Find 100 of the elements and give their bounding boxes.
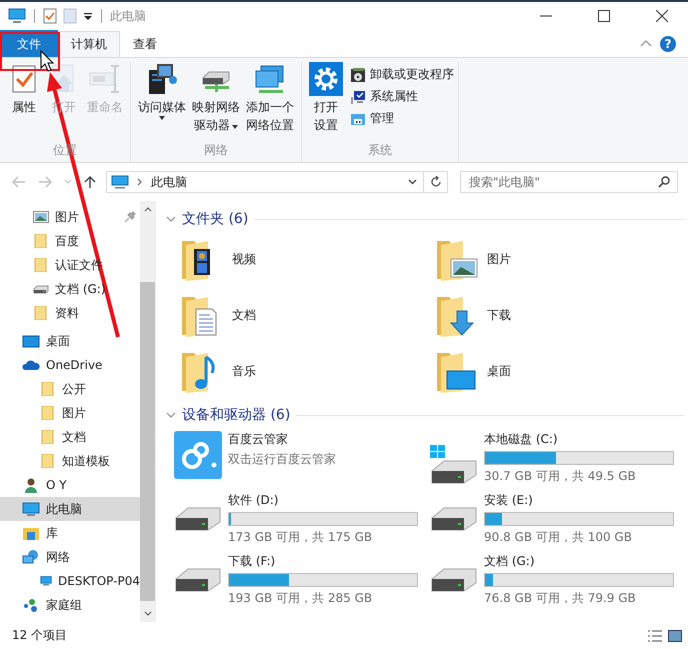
window-title: 此电脑 [110,8,146,24]
drive-icon [430,506,478,532]
nav-item[interactable]: 库 [0,521,140,545]
nav-item[interactable]: 图片 [0,205,140,229]
drive-icon [174,567,222,593]
group-label: 系统 [367,142,393,159]
system-drive-icon [430,445,478,485]
scrollbar[interactable] [140,201,155,622]
user-icon [22,477,40,493]
ribbon-button[interactable]: 管理 [350,110,454,127]
folder-icon [40,454,56,468]
refresh-icon [430,176,442,188]
drive-note: 76.8 GB 可用，共 79.9 GB [484,590,637,607]
nav-item[interactable]: DESKTOP-P04 [0,569,140,593]
drive-name: 软件 (D:) [228,492,280,509]
chevron-down-icon[interactable] [64,179,72,185]
folder-tile[interactable]: 图片 [435,231,675,287]
ribbon-button[interactable]: 卸载或更改程序 [350,66,454,83]
ribbon-button[interactable]: 打开 设置 [306,62,346,134]
caret-icon [232,125,238,129]
scroll-down-icon [144,611,152,616]
nav-item[interactable]: 桌面 [0,329,140,353]
settings-icon [309,62,343,96]
ribbon-tab[interactable]: 计算机 [58,31,120,57]
folder-tile[interactable]: 下载 [435,287,675,343]
item-count: 12 个项目 [12,627,68,644]
computer-icon [111,175,129,189]
refresh-button[interactable] [424,171,448,193]
drive-tile[interactable]: 软件 (D:) 173 GB 可用，共 175 GB [174,488,430,549]
help-button[interactable]: ? [660,36,676,52]
nav-item[interactable]: 百度 [0,229,140,253]
drive-tile[interactable]: 本地磁盘 (C:) 30.7 GB 可用，共 49.5 GB [430,427,684,488]
nav-item[interactable]: 此电脑 [0,497,140,521]
ribbon-button[interactable]: 映射网络 驱动器 [189,62,243,134]
properties-icon[interactable] [43,8,57,24]
drive-tile[interactable]: 安装 (E:) 90.8 GB 可用，共 100 GB [430,488,684,549]
drive-tile[interactable]: 百度云管家 双击运行百度云管家 [174,427,430,488]
folder-icon [33,258,49,272]
section-header[interactable]: 设备和驱动器 (6) [182,406,290,424]
drive-note: 90.8 GB 可用，共 100 GB [484,529,633,546]
chevron-up-icon[interactable] [640,39,652,47]
back-arrow-icon[interactable] [12,176,26,188]
folder-icon [40,406,56,420]
nav-item[interactable]: 图片 [0,401,140,425]
group-label: 网络 [203,142,229,159]
nav-item[interactable]: OneDrive [0,353,140,377]
drive-note: 173 GB 可用，共 175 GB [228,529,374,546]
large-icons-view-icon[interactable] [668,630,682,642]
computer-icon [8,8,26,24]
folder-icon [33,234,49,248]
drive-tile[interactable]: 下载 (F:) 193 GB 可用，共 285 GB [174,549,430,610]
forward-arrow-icon[interactable] [38,176,52,188]
drive-name: 本地磁盘 (C:) [484,431,559,448]
close-icon[interactable] [656,10,668,22]
nav-item[interactable]: 公开 [0,377,140,401]
homegroup-icon [22,597,40,613]
drive-tile[interactable]: 文档 (G:) 76.8 GB 可用，共 79.9 GB [430,549,684,610]
monitor-check-icon [350,88,366,104]
folder-tile[interactable]: 音乐 [180,343,435,399]
ribbon-button[interactable]: 属性 [4,62,44,116]
up-arrow-icon[interactable] [84,175,96,189]
nav-item[interactable]: 网络 [0,545,140,569]
ribbon-button[interactable]: 访问媒体 [135,62,189,120]
chevron-down-icon[interactable] [166,216,176,222]
folder-icon [33,306,49,320]
nav-item[interactable]: 家庭组 [0,593,140,617]
address-field[interactable]: 此电脑 [106,171,424,193]
folder-tile[interactable]: 桌面 [435,343,675,399]
drive-name: 百度云管家 [228,431,289,448]
cloud-app-icon [174,431,222,479]
dropdown-icon[interactable] [83,11,93,21]
drive-note: 193 GB 可用，共 285 GB [228,590,374,607]
drive-name: 文档 (G:) [484,553,536,570]
folder-icon [40,430,56,444]
rename-icon [88,62,122,96]
ribbon-button[interactable]: 添加一个 网络位置 [243,62,297,134]
folder-tile[interactable]: 视频 [180,231,435,287]
drive-note: 30.7 GB 可用，共 49.5 GB [484,468,637,485]
annotation-box [0,32,60,71]
drive-icon [430,567,478,593]
search-field[interactable]: 搜索"此电脑" [460,171,678,193]
computer-icon [22,501,40,517]
folder-tile[interactable]: 文档 [180,287,435,343]
computer-icon [40,574,52,588]
nav-item[interactable]: 资料 [0,301,140,325]
nav-item[interactable]: O Y [0,473,140,497]
details-view-icon[interactable] [648,630,662,642]
chevron-down-icon[interactable] [166,412,176,418]
ribbon-tab[interactable]: 查看 [120,31,170,57]
nav-item[interactable]: 知道模板 [0,449,140,473]
drive-note: 双击运行百度云管家 [228,451,337,468]
maximize-icon[interactable] [598,10,610,22]
nav-item[interactable]: 文档 [0,425,140,449]
drive-icon [174,506,222,532]
folder-icon [40,382,56,396]
caret-icon [159,116,165,120]
ribbon-button[interactable]: 系统属性 [350,88,454,105]
section-header[interactable]: 文件夹 (6) [182,210,248,228]
picture-icon [33,210,49,224]
pin-icon[interactable] [124,211,136,223]
